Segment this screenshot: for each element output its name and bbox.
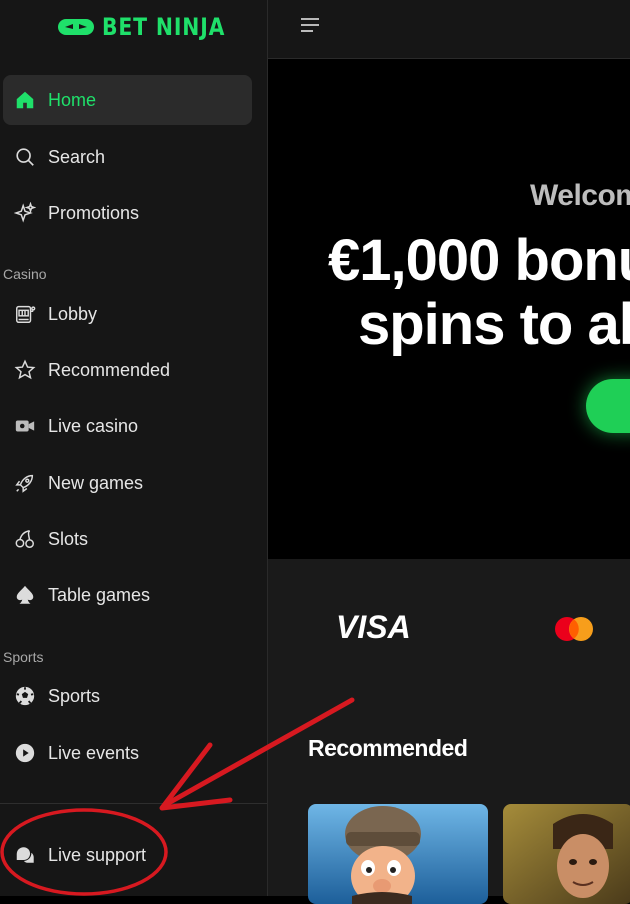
hero-welcome: Welcom [530, 179, 630, 212]
content-area: VISA Recommended [268, 559, 630, 904]
rocket-icon [13, 471, 37, 495]
nav-home[interactable]: Home [3, 75, 252, 125]
hamburger-menu-icon[interactable] [298, 15, 322, 35]
nav-sports-label: Sports [48, 685, 101, 706]
nav-live-support[interactable]: Live support [3, 830, 252, 880]
search-icon [13, 145, 37, 169]
nav-live-casino[interactable]: Live casino [3, 401, 252, 451]
hero-headline-line1: €1,000 bonu [328, 228, 630, 293]
visa-logo: VISA [336, 609, 411, 645]
top-bar [268, 0, 630, 59]
game-thumbnail[interactable] [308, 804, 488, 904]
nav-live-casino-label: Live casino [48, 415, 139, 436]
game-thumbnail[interactable] [503, 804, 630, 904]
mastercard-logo-icon [555, 617, 593, 641]
nav-table-games[interactable]: Table games [3, 570, 252, 620]
cherries-icon [13, 527, 37, 551]
hero-banner[interactable]: Welcom €1,000 bonu spins to al [268, 59, 630, 559]
brand-name: BET NINJA [102, 13, 226, 41]
hero-cta-button[interactable] [586, 379, 630, 433]
brand-logo[interactable]: BET NINJA [58, 12, 247, 42]
nav-lobby-label: Lobby [48, 303, 98, 324]
section-casino: Casino [3, 266, 47, 282]
nav-live-support-label: Live support [48, 844, 147, 865]
chat-bubbles-icon [13, 843, 37, 867]
nav-new-games-label: New games [48, 472, 144, 493]
nav-live-events-label: Live events [48, 742, 140, 763]
hero-headline-line2: spins to al [358, 292, 630, 357]
slot-machine-icon [13, 302, 37, 326]
sidebar: BET NINJA Home Search Promotions Casino … [0, 0, 268, 896]
nav-slots-label: Slots [48, 528, 89, 549]
nav-home-label: Home [48, 89, 97, 110]
sparkle-icon [13, 201, 37, 225]
nav-search[interactable]: Search [3, 132, 252, 182]
ninja-mask-icon [58, 19, 94, 35]
nav-sports[interactable]: Sports [3, 671, 252, 721]
section-sports: Sports [3, 649, 44, 665]
nav-recommended-label: Recommended [48, 359, 171, 380]
nav-recommended[interactable]: Recommended [3, 345, 252, 395]
play-circle-icon [13, 741, 37, 765]
soccer-ball-icon [13, 684, 37, 708]
nav-live-events[interactable]: Live events [3, 728, 252, 778]
home-icon [13, 88, 37, 112]
nav-promotions[interactable]: Promotions [3, 188, 252, 238]
spade-icon [13, 583, 37, 607]
nav-table-games-label: Table games [48, 584, 151, 605]
nav-search-label: Search [48, 146, 106, 167]
video-camera-icon [13, 414, 37, 438]
star-icon [13, 358, 37, 382]
nav-new-games[interactable]: New games [3, 458, 252, 508]
sidebar-divider [0, 803, 267, 804]
nav-slots[interactable]: Slots [3, 514, 252, 564]
recommended-title: Recommended [308, 735, 468, 761]
nav-lobby[interactable]: Lobby [3, 289, 252, 339]
nav-promotions-label: Promotions [48, 202, 140, 223]
